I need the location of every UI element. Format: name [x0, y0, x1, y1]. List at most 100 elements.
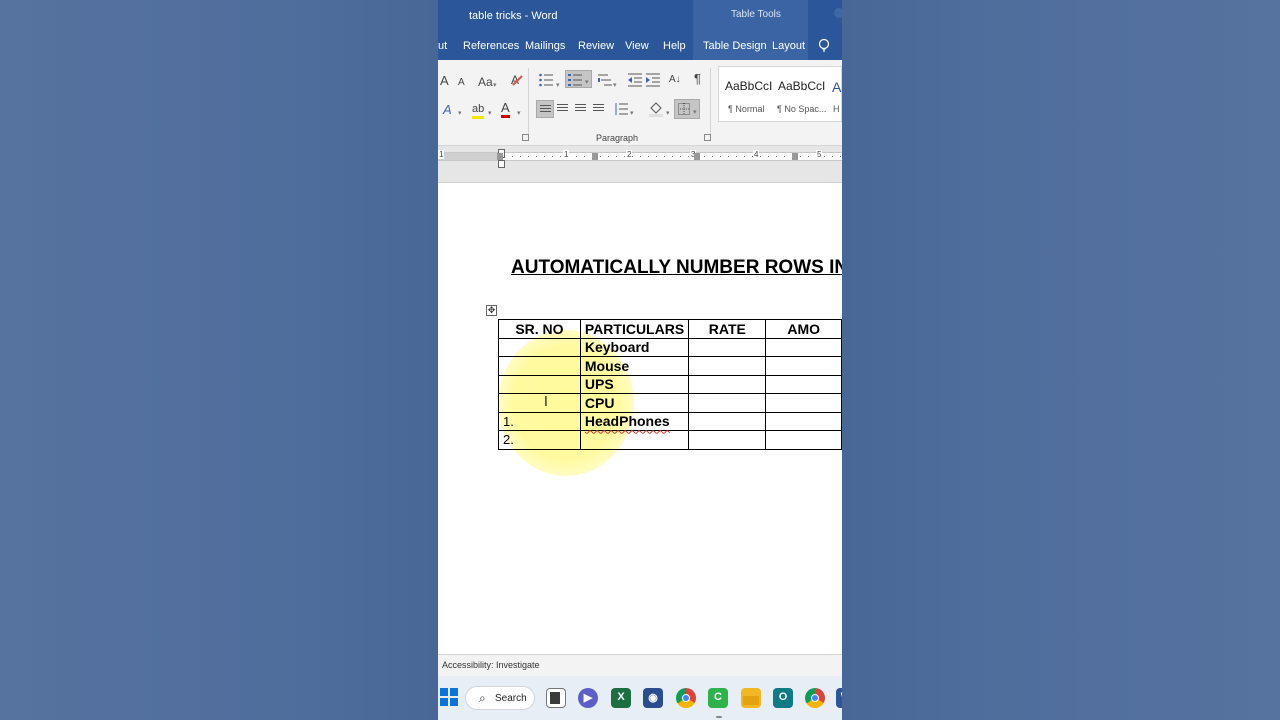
sort-icon[interactable]: A↓ [669, 73, 681, 87]
table-cell[interactable]: 2. [498, 430, 581, 450]
table-cell[interactable] [579, 430, 690, 450]
tab-mailings[interactable]: Mailings [525, 40, 565, 52]
camtasia-icon[interactable]: C [708, 688, 728, 708]
shrink-font-icon[interactable]: A [458, 76, 465, 90]
app-o-icon[interactable]: O [773, 688, 793, 708]
table-cell[interactable] [498, 374, 581, 394]
chevron-down-icon[interactable]: ▾ [517, 107, 521, 121]
data-table[interactable]: SR. NO PARTICULARS RATE AMO Keyboard Mou… [498, 319, 842, 450]
left-indent-marker[interactable] [498, 160, 505, 168]
style-no-spacing-sample[interactable]: AaBbCcI [778, 79, 825, 93]
header-sr-no[interactable]: SR. NO [498, 319, 581, 339]
header-particulars[interactable]: PARTICULARS [579, 319, 690, 339]
tell-me-lightbulb-icon[interactable] [818, 38, 830, 54]
document-heading[interactable]: AUTOMATICALLY NUMBER ROWS IN TA [511, 257, 842, 279]
column-marker[interactable] [694, 153, 700, 160]
table-move-handle-icon[interactable]: ✥ [486, 305, 497, 316]
header-amount[interactable]: AMO [765, 319, 842, 339]
chevron-down-icon[interactable]: ▾ [630, 107, 634, 121]
table-cell[interactable] [765, 430, 842, 450]
table-cell[interactable] [688, 430, 767, 450]
table-cell[interactable]: Keyboard [579, 337, 690, 357]
tab-table-design[interactable]: Table Design [703, 40, 767, 52]
text-effects-icon[interactable]: A [443, 103, 452, 117]
tab-review[interactable]: Review [578, 40, 614, 52]
multilevel-list-icon[interactable] [598, 72, 612, 88]
style-heading-sample[interactable]: A [832, 79, 841, 95]
table-cell[interactable] [765, 374, 842, 394]
word-icon[interactable]: W [836, 688, 842, 708]
chrome-icon[interactable] [805, 688, 825, 708]
windows-start-icon[interactable] [440, 688, 458, 706]
accessibility-status[interactable]: Accessibility: Investigate [442, 660, 540, 670]
column-marker[interactable] [792, 153, 798, 160]
bullets-icon[interactable] [538, 72, 554, 88]
chevron-down-icon[interactable]: ▾ [493, 79, 497, 93]
column-marker[interactable] [497, 153, 503, 160]
align-center-button[interactable] [554, 100, 572, 118]
table-cell[interactable] [765, 393, 842, 413]
table-cell[interactable] [498, 356, 581, 376]
teams-icon[interactable]: ▶ [578, 688, 598, 708]
column-marker[interactable] [592, 153, 598, 160]
tab-layout-partial[interactable]: ut [438, 40, 447, 52]
table-cell[interactable] [498, 393, 581, 413]
table-cell[interactable] [498, 337, 581, 357]
table-cell[interactable] [688, 337, 767, 357]
media-player-icon[interactable]: ◉ [643, 688, 663, 708]
borders-button[interactable]: ▾ [674, 99, 700, 119]
style-normal-sample[interactable]: AaBbCcI [725, 79, 772, 93]
table-cell[interactable] [765, 337, 842, 357]
style-heading-label[interactable]: H [833, 104, 840, 114]
header-rate[interactable]: RATE [688, 319, 767, 339]
chrome-icon[interactable] [676, 688, 696, 708]
tab-table-layout[interactable]: Layout [772, 40, 805, 52]
excel-icon[interactable]: X [611, 688, 631, 708]
misspelled-text[interactable]: HeadPhones [585, 413, 670, 429]
paragraph-dialog-launcher-icon[interactable] [704, 134, 711, 141]
table-cell[interactable] [688, 411, 767, 431]
file-explorer-icon[interactable] [741, 688, 761, 708]
align-right-button[interactable] [572, 100, 590, 118]
table-cell[interactable]: 1. [498, 411, 581, 431]
chevron-down-icon[interactable]: ▾ [613, 79, 617, 93]
tab-view[interactable]: View [625, 40, 649, 52]
table-cell[interactable] [688, 374, 767, 394]
change-case-icon[interactable]: Aa [478, 75, 493, 89]
tab-help[interactable]: Help [663, 40, 686, 52]
table-cell[interactable] [688, 356, 767, 376]
chevron-down-icon[interactable]: ▾ [693, 106, 697, 120]
clear-formatting-icon[interactable]: A [510, 73, 524, 87]
table-cell[interactable]: UPS [579, 374, 690, 394]
chevron-down-icon[interactable]: ▾ [556, 79, 560, 93]
table-cell[interactable]: CPU [579, 393, 690, 413]
tab-references[interactable]: References [463, 40, 519, 52]
font-color-icon[interactable]: A [501, 101, 510, 118]
line-spacing-icon[interactable] [614, 102, 628, 116]
ruler-number: 5 [816, 150, 823, 159]
table-cell[interactable] [688, 393, 767, 413]
table-cell[interactable]: Mouse [579, 356, 690, 376]
numbering-button[interactable]: ▾ [565, 70, 592, 88]
chevron-down-icon[interactable]: ▾ [666, 107, 670, 121]
highlight-color-icon[interactable]: ab [472, 102, 485, 119]
table-cell[interactable] [765, 411, 842, 431]
task-view-icon[interactable] [546, 688, 566, 708]
chevron-down-icon[interactable]: ▾ [585, 76, 589, 90]
decrease-indent-icon[interactable] [628, 73, 642, 87]
chevron-down-icon[interactable]: ▾ [458, 107, 462, 121]
shading-bucket-icon[interactable] [648, 101, 664, 117]
account-icon[interactable] [834, 8, 842, 18]
grow-font-icon[interactable]: A [440, 74, 449, 88]
style-no-spacing-label[interactable]: ¶ No Spac... [777, 104, 826, 114]
align-left-button[interactable] [536, 100, 554, 118]
font-dialog-launcher-icon[interactable] [522, 134, 529, 141]
chevron-down-icon[interactable]: ▾ [488, 107, 492, 121]
increase-indent-icon[interactable] [646, 73, 660, 87]
table-cell[interactable]: HeadPhones [579, 411, 690, 431]
style-normal-label[interactable]: ¶ Normal [728, 104, 764, 114]
show-formatting-pilcrow-icon[interactable]: ¶ [694, 72, 701, 86]
justify-button[interactable] [590, 100, 608, 118]
table-cell[interactable] [765, 356, 842, 376]
taskbar-search-box[interactable]: ⌕ Search [465, 686, 535, 710]
